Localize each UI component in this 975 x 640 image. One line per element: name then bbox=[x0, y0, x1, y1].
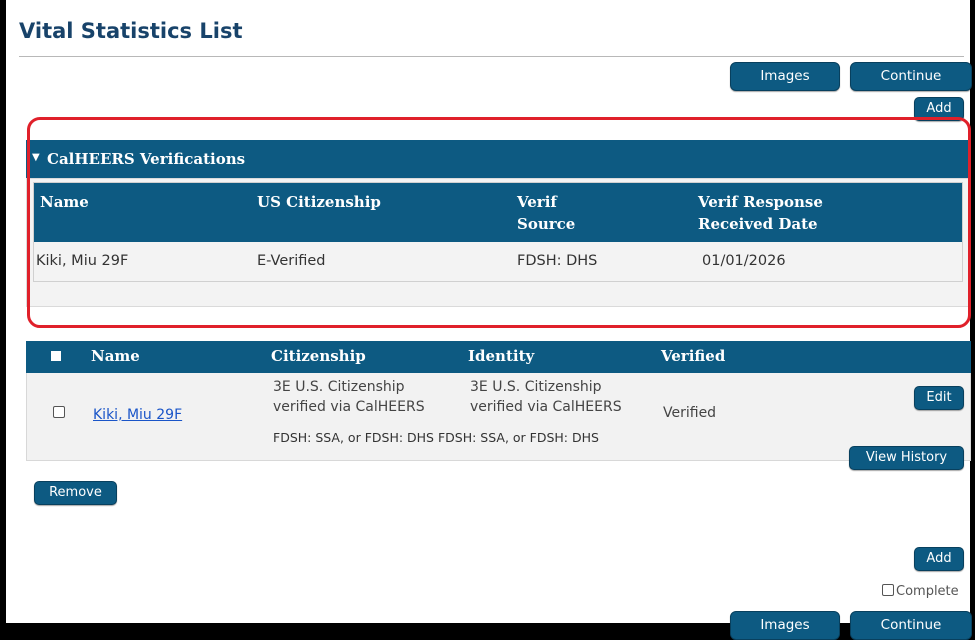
view-history-button[interactable]: View History bbox=[849, 446, 964, 470]
table-row: Kiki, Miu 29F 3E U.S. Citizenship verifi… bbox=[26, 373, 971, 461]
list-col-name: Name bbox=[91, 347, 140, 365]
continue-button-top[interactable]: Continue bbox=[850, 62, 972, 91]
list-table-header: Name Citizenship Identity Verified bbox=[26, 341, 971, 373]
highlight-annotation bbox=[27, 117, 971, 328]
list-col-verified: Verified bbox=[661, 347, 726, 365]
page-title: Vital Statistics List bbox=[19, 19, 243, 43]
select-all-checkbox[interactable] bbox=[51, 351, 61, 361]
continue-button-bottom[interactable]: Continue bbox=[850, 611, 972, 640]
complete-option[interactable]: Complete bbox=[882, 584, 959, 599]
remove-button[interactable]: Remove bbox=[34, 481, 117, 505]
citizenship-line1: 3E U.S. Citizenship bbox=[273, 379, 405, 395]
identity-line2: verified via CalHEERS bbox=[470, 399, 622, 415]
add-button-bottom[interactable]: Add bbox=[914, 547, 964, 571]
verified-status: Verified bbox=[663, 405, 717, 421]
images-button-bottom[interactable]: Images bbox=[730, 611, 840, 640]
complete-checkbox[interactable] bbox=[882, 584, 894, 596]
person-name-link[interactable]: Kiki, Miu 29F bbox=[93, 405, 182, 425]
images-button-top[interactable]: Images bbox=[730, 62, 840, 91]
list-col-citizenship: Citizenship bbox=[271, 347, 366, 365]
identity-line1: 3E U.S. Citizenship bbox=[470, 379, 602, 395]
list-col-identity: Identity bbox=[468, 347, 535, 365]
fdsh-sources: FDSH: SSA, or FDSH: DHS FDSH: SSA, or FD… bbox=[273, 430, 599, 445]
title-divider bbox=[19, 56, 964, 57]
edit-button[interactable]: Edit bbox=[914, 386, 964, 410]
citizenship-line2: verified via CalHEERS bbox=[273, 399, 425, 415]
row-checkbox[interactable] bbox=[53, 406, 65, 418]
complete-label: Complete bbox=[896, 584, 959, 599]
